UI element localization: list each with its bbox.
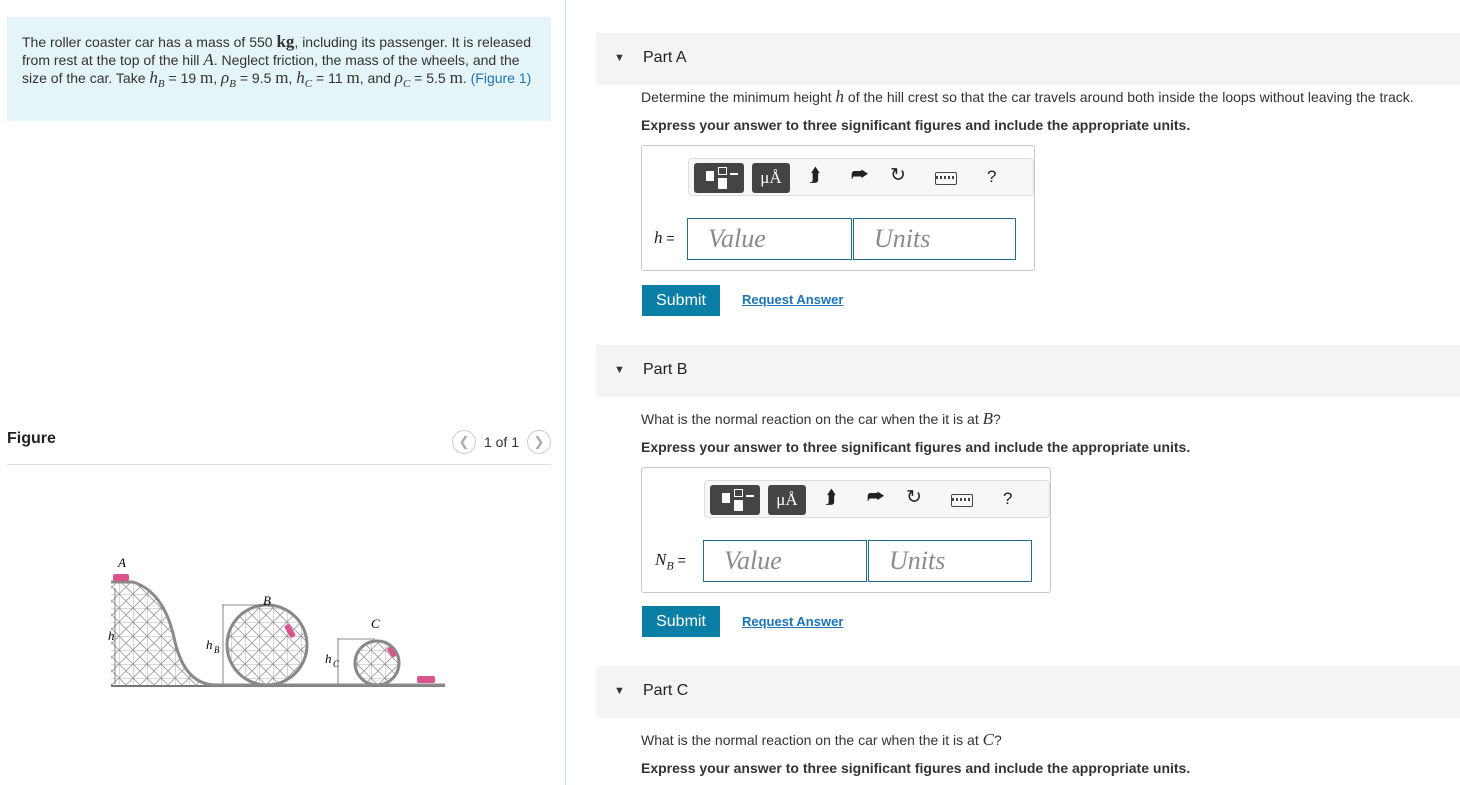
label-hC: h	[325, 651, 332, 666]
math-toolbar: μÅ ⮭ ⮫ ↻ ?	[688, 158, 1034, 196]
problem-statement: The roller coaster car has a mass of 550…	[7, 17, 551, 121]
mass-unit: kg	[276, 32, 295, 51]
part-b-header[interactable]: ▼ Part B	[596, 345, 1460, 397]
problem-text: The roller coaster car has a mass of 550	[22, 34, 273, 50]
submit-button[interactable]: Submit	[642, 606, 720, 637]
part-b-answer-box: μÅ ⮭ ⮫ ↻ ? NB = Value Units	[641, 467, 1051, 593]
templates-icon[interactable]	[694, 163, 744, 193]
part-a-answer-box: μÅ ⮭ ⮫ ↻ ? h = Value Units	[641, 145, 1035, 271]
label-C: C	[371, 616, 380, 631]
undo-icon[interactable]: ⮭	[825, 487, 836, 509]
label-hB-sub: B	[214, 645, 220, 655]
pB-value: = 9.5	[235, 70, 272, 86]
question-text: ?	[993, 411, 1001, 427]
units-button[interactable]: μÅ	[752, 163, 790, 193]
hB-symbol: h	[149, 68, 158, 87]
keyboard-icon[interactable]	[951, 494, 973, 507]
label-h: h	[108, 628, 115, 643]
question-text: of the hill crest so that the car travel…	[847, 89, 1414, 105]
variable-label: NB =	[655, 550, 686, 573]
question-text: Determine the minimum height	[641, 89, 832, 105]
help-button[interactable]: ?	[987, 167, 996, 187]
unit: m	[449, 68, 463, 87]
part-c-question: What is the normal reaction on the car w…	[641, 730, 1002, 750]
part-b-label: Part B	[643, 361, 688, 378]
keyboard-icon[interactable]	[935, 172, 957, 185]
submit-button[interactable]: Submit	[642, 285, 720, 316]
help-button[interactable]: ?	[1003, 489, 1012, 509]
hB-value: = 19	[164, 70, 197, 86]
equals: =	[673, 552, 686, 568]
undo-icon[interactable]: ⮭	[809, 165, 820, 187]
part-b-instruction: Express your answer to three significant…	[641, 439, 1191, 455]
units-button[interactable]: μÅ	[768, 485, 806, 515]
pB-symbol: ρ	[221, 68, 230, 87]
value-input[interactable]: Value	[703, 540, 867, 582]
value-input[interactable]: Value	[687, 218, 852, 260]
part-a-header[interactable]: ▼ Part A	[596, 33, 1460, 85]
part-a-label: Part A	[643, 49, 687, 66]
hC-value: = 11	[312, 70, 343, 86]
unit: m	[275, 68, 289, 87]
separator: ,	[359, 70, 364, 86]
part-a-instruction: Express your answer to three significant…	[641, 117, 1191, 133]
question-text: ?	[993, 732, 1002, 748]
chevron-right-icon[interactable]: ❯	[527, 430, 551, 454]
figure-title: Figure	[7, 430, 56, 447]
request-answer-link[interactable]: Request Answer	[742, 292, 843, 307]
unit: m	[200, 68, 214, 87]
figure-link[interactable]: (Figure 1)	[471, 70, 532, 86]
caret-down-icon[interactable]: ▼	[614, 364, 625, 376]
figure-pager: ❮ 1 of 1 ❯	[451, 430, 551, 454]
hC-symbol: h	[296, 68, 305, 87]
question-var: C	[982, 730, 994, 749]
part-b-question: What is the normal reaction on the car w…	[641, 409, 1001, 429]
caret-down-icon[interactable]: ▼	[614, 685, 625, 697]
part-a-question: Determine the minimum height h of the hi…	[641, 87, 1414, 107]
separator: .	[462, 70, 467, 86]
label-hB: h	[206, 637, 213, 652]
variable-label: h =	[654, 228, 675, 248]
label-B: B	[263, 593, 271, 608]
reset-icon[interactable]: ↻	[906, 486, 922, 509]
pB-sub: B	[229, 77, 236, 90]
label-hC-sub: C	[333, 659, 340, 669]
units-input[interactable]: Units	[868, 540, 1032, 582]
question-var: B	[982, 409, 994, 428]
reset-icon[interactable]: ↻	[890, 164, 906, 187]
equals: =	[662, 230, 675, 246]
roller-coaster-figure: A B C h h B h C	[108, 555, 445, 687]
question-text: What is the normal reaction on the car w…	[641, 411, 979, 427]
hB-sub: B	[157, 77, 165, 90]
redo-icon[interactable]: ⮫	[851, 165, 869, 187]
pager-count: 1 of 1	[483, 434, 519, 450]
part-c-header[interactable]: ▼ Part C	[596, 666, 1460, 718]
caret-down-icon[interactable]: ▼	[614, 52, 625, 64]
question-text: What is the normal reaction on the car w…	[641, 732, 979, 748]
chevron-left-icon[interactable]: ❮	[451, 430, 476, 454]
part-c-label: Part C	[643, 682, 689, 699]
label-A: A	[117, 555, 126, 570]
units-input[interactable]: Units	[853, 218, 1016, 260]
question-var: h	[835, 87, 845, 106]
math-toolbar: μÅ ⮭ ⮫ ↻ ?	[704, 480, 1050, 518]
figure-header: Figure ❮ 1 of 1 ❯	[7, 420, 551, 465]
separator: ,	[288, 70, 293, 86]
problem-text: and	[367, 70, 391, 86]
redo-icon[interactable]: ⮫	[867, 487, 885, 509]
part-c-instruction: Express your answer to three significant…	[641, 760, 1191, 776]
request-answer-link[interactable]: Request Answer	[742, 614, 843, 629]
var-symbol: h	[654, 228, 663, 247]
separator: ,	[213, 70, 218, 86]
pC-value: = 5.5	[410, 70, 446, 86]
var-sub: B	[666, 558, 674, 573]
var-symbol: N	[655, 550, 667, 569]
column-divider	[565, 0, 566, 785]
unit: m	[346, 68, 360, 87]
pC-symbol: ρ	[394, 68, 403, 87]
hill-symbol: A	[203, 50, 214, 69]
templates-icon[interactable]	[710, 485, 760, 515]
